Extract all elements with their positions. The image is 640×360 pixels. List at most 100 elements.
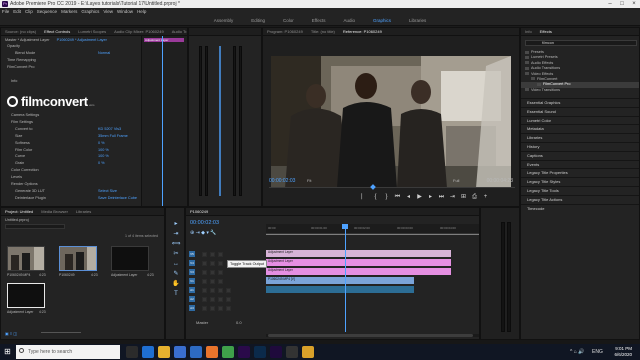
track-target[interactable]: A1 bbox=[189, 287, 195, 293]
chrome-icon[interactable] bbox=[222, 346, 234, 358]
fx-mini-clip[interactable]: Adjustment Layer bbox=[144, 38, 184, 42]
master-volume[interactable]: 0.0 bbox=[236, 319, 242, 327]
tab-program-p1060249[interactable]: Program: P1060249 bbox=[263, 28, 307, 35]
track-header-v5[interactable]: V5 bbox=[186, 250, 266, 258]
menu-file[interactable]: File bbox=[0, 8, 11, 16]
menu-sequence[interactable]: Sequence bbox=[35, 8, 59, 16]
after-effects-icon[interactable] bbox=[270, 346, 282, 358]
language-indicator[interactable]: ENG bbox=[592, 349, 603, 355]
effects-search-input[interactable]: filmcon bbox=[525, 40, 637, 46]
project-item-thumb[interactable] bbox=[59, 246, 97, 271]
track-target[interactable]: V3 bbox=[189, 269, 195, 275]
lock-icon[interactable] bbox=[202, 305, 207, 311]
tool-button[interactable]: ⟺ bbox=[171, 240, 181, 248]
fx-property-value[interactable]: 0 % bbox=[98, 141, 105, 146]
track-header-v1[interactable]: V1 bbox=[186, 277, 266, 285]
tab-project-untitled[interactable]: Project: Untitled bbox=[1, 208, 37, 215]
workspace-tab-effects[interactable]: Effects bbox=[303, 16, 335, 26]
sync-icon[interactable] bbox=[210, 251, 215, 257]
fx-property-value[interactable]: 35mm Full Frame bbox=[98, 134, 128, 139]
track-header-v3[interactable]: V3 bbox=[186, 268, 266, 276]
tray-icons[interactable]: ^ ⌂ 🔊 bbox=[570, 349, 584, 355]
transport-button[interactable]: ⎙ bbox=[469, 194, 480, 201]
timeline-clip[interactable]: Adjustment Layer bbox=[266, 259, 451, 266]
mic-icon[interactable] bbox=[226, 287, 231, 293]
panel-section-timecode[interactable]: Timecode bbox=[521, 203, 639, 213]
panel-section-legacy-title-styles[interactable]: Legacy Title Styles bbox=[521, 177, 639, 186]
windows-start-icon[interactable]: ⊞ bbox=[4, 347, 13, 356]
tab-effect-controls[interactable]: Effect Controls bbox=[40, 28, 74, 35]
fx-master-label[interactable]: Master * Adjustment Layer bbox=[5, 38, 50, 42]
panel-section-legacy-title-tools[interactable]: Legacy Title Tools bbox=[521, 185, 639, 195]
mic-icon[interactable] bbox=[226, 305, 231, 311]
transport-button[interactable]: ⇥ bbox=[447, 193, 458, 200]
timeline-playhead-handle[interactable] bbox=[342, 224, 348, 229]
lock-icon[interactable] bbox=[202, 296, 207, 302]
effect-controls-timeline[interactable]: Adjustment Layer bbox=[141, 36, 187, 206]
tab-effects[interactable]: Effects bbox=[536, 28, 556, 35]
fx-property-value[interactable]: 100 % bbox=[98, 148, 109, 153]
work-area-bar[interactable] bbox=[266, 234, 479, 235]
timeline-scrollbar[interactable] bbox=[266, 334, 479, 337]
tab-reference-p1060249[interactable]: Reference: P1060249 bbox=[339, 28, 386, 35]
zoom-select[interactable]: Fit bbox=[307, 178, 311, 183]
track-target[interactable]: A3 bbox=[189, 305, 195, 311]
timeline-clip[interactable]: P1060249.MP4 [V] bbox=[266, 277, 414, 284]
panel-section-events[interactable]: Events bbox=[521, 159, 639, 169]
workspace-tab-color[interactable]: Color bbox=[274, 16, 303, 26]
panel-section-legacy-title-properties[interactable]: Legacy Title Properties bbox=[521, 168, 639, 177]
fx-property-value[interactable]: 0 % bbox=[98, 161, 105, 166]
timeline-current-time[interactable]: 00:00:02:03 bbox=[190, 220, 219, 226]
maximize-button[interactable]: □ bbox=[616, 0, 628, 8]
panel-section-lumetri-color[interactable]: Lumetri Color bbox=[521, 115, 639, 125]
tool-button[interactable]: ✋ bbox=[171, 280, 181, 288]
solo-icon[interactable] bbox=[218, 296, 223, 302]
timeline-clip[interactable]: Adjustment Layer bbox=[266, 268, 451, 275]
obs-icon[interactable] bbox=[286, 346, 298, 358]
lock-icon[interactable] bbox=[202, 287, 207, 293]
panel-section-essential-sound[interactable]: Essential Sound bbox=[521, 106, 639, 116]
project-search-input[interactable] bbox=[5, 224, 65, 229]
project-item-thumb[interactable] bbox=[7, 283, 45, 308]
panel-section-captions[interactable]: Captions bbox=[521, 150, 639, 160]
menu-graphics[interactable]: Graphics bbox=[79, 8, 101, 16]
track-lane[interactable] bbox=[266, 286, 479, 294]
tab-media-browser[interactable]: Media Browser bbox=[37, 208, 72, 215]
tab-source-no-clips[interactable]: Source: (no clips) bbox=[1, 28, 40, 35]
lock-icon[interactable] bbox=[202, 251, 207, 257]
sync-icon[interactable] bbox=[210, 278, 215, 284]
effects-tree-item[interactable]: Video Transitions bbox=[521, 88, 639, 93]
transport-button[interactable]: ▶ bbox=[414, 193, 425, 200]
photoshop-icon[interactable] bbox=[254, 346, 266, 358]
taskbar-search-input[interactable]: Type here to search bbox=[16, 345, 120, 359]
transport-button[interactable]: { bbox=[370, 194, 381, 200]
transport-button[interactable]: + bbox=[480, 194, 491, 200]
mail-icon[interactable] bbox=[190, 346, 202, 358]
mute-icon[interactable] bbox=[210, 305, 215, 311]
panel-section-legacy-title-actions[interactable]: Legacy Title Actions bbox=[521, 194, 639, 204]
workspace-tab-assembly[interactable]: Assembly bbox=[205, 16, 243, 26]
timeline-playhead[interactable] bbox=[345, 224, 346, 332]
eye-icon[interactable] bbox=[218, 278, 223, 284]
menu-clip[interactable]: Clip bbox=[23, 8, 35, 16]
tool-button[interactable]: ✂ bbox=[171, 250, 181, 258]
eye-icon[interactable] bbox=[218, 260, 223, 266]
eye-icon[interactable] bbox=[218, 251, 223, 257]
transport-button[interactable]: ▸ bbox=[425, 193, 436, 200]
solo-icon[interactable] bbox=[218, 305, 223, 311]
fx-mini-playhead[interactable] bbox=[162, 36, 163, 206]
menu-window[interactable]: Window bbox=[115, 8, 135, 16]
edge-icon[interactable] bbox=[142, 346, 154, 358]
tool-button[interactable]: ▸ bbox=[171, 220, 181, 228]
sync-icon[interactable] bbox=[210, 260, 215, 266]
transport-button[interactable]: ⏮ bbox=[392, 194, 403, 201]
timeline-tool-icons[interactable]: ⊕ ⇥ ◆ ▾ 🔧 bbox=[190, 230, 217, 236]
thumbnail-size-slider[interactable] bbox=[41, 332, 81, 333]
panel-section-metadata[interactable]: Metadata bbox=[521, 124, 639, 133]
timeline-clip[interactable] bbox=[266, 286, 414, 293]
lock-icon[interactable] bbox=[202, 278, 207, 284]
transport-button[interactable]: ◂ bbox=[403, 193, 414, 200]
close-button[interactable]: × bbox=[628, 0, 640, 8]
lock-icon[interactable] bbox=[202, 269, 207, 275]
program-scrub-bar[interactable] bbox=[269, 187, 515, 188]
